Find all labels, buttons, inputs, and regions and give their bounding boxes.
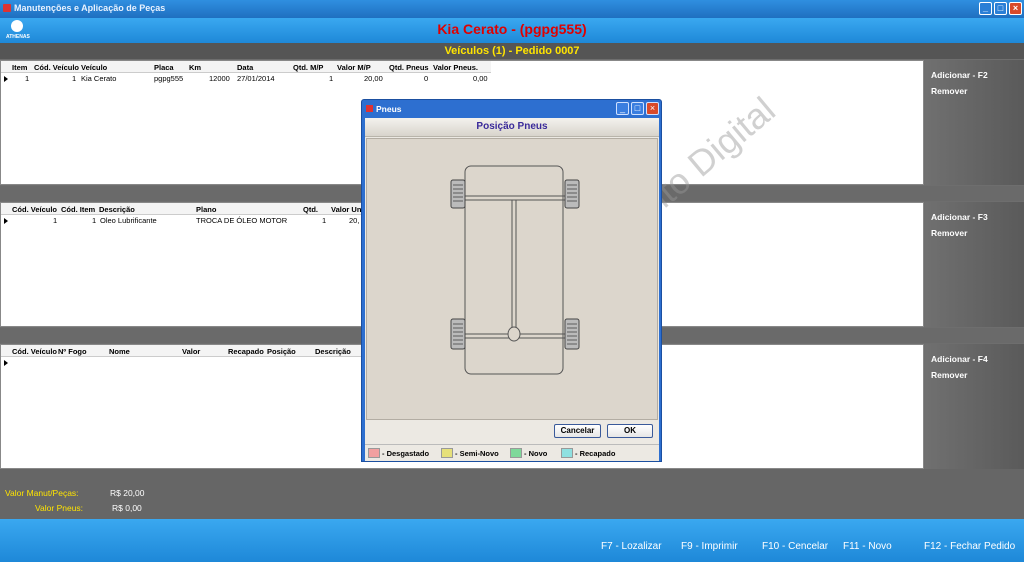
tire-rear-right-icon[interactable] (564, 318, 580, 350)
tire-status-legend: - Desgastado - Semi-Novo - Novo - Recapa… (365, 444, 659, 461)
maximize-icon[interactable]: □ (994, 2, 1007, 15)
car-chassis-diagram (450, 165, 580, 375)
tire-front-right-icon[interactable] (564, 179, 580, 209)
col-placa[interactable]: Placa (154, 63, 174, 72)
cancelar-shortcut[interactable]: F10 - Cencelar (762, 541, 828, 552)
remove-part-button[interactable]: Remover (931, 228, 967, 238)
vehicles-actions: Adicionar - F2 Remover (925, 60, 1024, 185)
legend-swatch (441, 448, 453, 458)
col-cod-item[interactable]: Cód. Item (61, 205, 95, 214)
dialog-minimize-icon[interactable]: _ (616, 102, 629, 115)
fechar-pedido-shortcut[interactable]: F12 - Fechar Pedido (924, 541, 1015, 552)
imprimir-shortcut[interactable]: F9 - Imprimir (681, 541, 738, 552)
col-cod-veiculo[interactable]: Cód. Veículo (12, 205, 57, 214)
add-tire-button[interactable]: Adicionar - F4 (931, 354, 988, 364)
dialog-app-icon (366, 105, 373, 112)
row-selector-icon (4, 360, 8, 366)
vehicle-title: Kia Cerato - (pgpg555) (437, 21, 587, 37)
manut-total-label: Valor Manut/Peças: (5, 488, 79, 498)
col-item[interactable]: Item (12, 63, 27, 72)
order-subheader: Veículos (1) - Pedido 0007 (0, 43, 1024, 59)
tire-position-area (366, 138, 658, 420)
col-valor-mp[interactable]: Valor M/P (337, 63, 371, 72)
pneus-dialog: Pneus _ □ × Posição Pneus Cancelar OK - … (361, 99, 662, 462)
app-icon (3, 4, 11, 12)
legend-swatch (368, 448, 380, 458)
col-descricao[interactable]: Descrição (315, 347, 351, 356)
add-part-button[interactable]: Adicionar - F3 (931, 212, 988, 222)
col-valor-un[interactable]: Valor Un (331, 205, 361, 214)
col-cod-veiculo[interactable]: Cód. Veículo (34, 63, 79, 72)
row-selector-icon (4, 218, 8, 224)
dialog-maximize-icon[interactable]: □ (631, 102, 644, 115)
tire-front-left-icon[interactable] (450, 179, 466, 209)
legend-swatch (561, 448, 573, 458)
cancel-button[interactable]: Cancelar (554, 424, 601, 438)
col-data[interactable]: Data (237, 63, 253, 72)
col-qtd[interactable]: Qtd. (303, 205, 318, 214)
tires-actions: Adicionar - F4 Remover (925, 344, 1024, 469)
row-selector-icon (4, 76, 8, 82)
manut-total-value: R$ 20,00 (110, 488, 145, 498)
col-veiculo[interactable]: Veículo (81, 63, 107, 72)
col-nome[interactable]: Nome (109, 347, 130, 356)
remove-tire-button[interactable]: Remover (931, 370, 967, 380)
header: ATHENAS Kia Cerato - (pgpg555) (0, 18, 1024, 43)
parts-actions: Adicionar - F3 Remover (925, 202, 1024, 327)
add-vehicle-button[interactable]: Adicionar - F2 (931, 70, 988, 80)
legend-swatch (510, 448, 522, 458)
col-recapado[interactable]: Recapado (228, 347, 264, 356)
col-qtd-pneus[interactable]: Qtd. Pneus (389, 63, 429, 72)
dialog-heading: Posição Pneus (365, 118, 659, 137)
col-valor[interactable]: Valor (182, 347, 200, 356)
novo-shortcut[interactable]: F11 - Novo (843, 541, 892, 552)
close-icon[interactable]: × (1009, 2, 1022, 15)
ok-button[interactable]: OK (607, 424, 653, 438)
col-cod-veiculo[interactable]: Cód. Veículo (12, 347, 57, 356)
dialog-close-icon[interactable]: × (646, 102, 659, 115)
remove-vehicle-button[interactable]: Remover (931, 86, 967, 96)
window-title-bar: Manutenções e Aplicação de Peças _ □ × (0, 0, 1024, 18)
col-descricao[interactable]: Descrição (99, 205, 135, 214)
minimize-icon[interactable]: _ (979, 2, 992, 15)
col-plano[interactable]: Plano (196, 205, 216, 214)
pneus-total-value: R$ 0,00 (112, 503, 142, 513)
dialog-title: Pneus (376, 104, 402, 114)
col-n-fogo[interactable]: Nº Fogo (58, 347, 87, 356)
col-valor-pneus[interactable]: Valor Pneus. (433, 63, 478, 72)
tire-rear-left-icon[interactable] (450, 318, 466, 350)
window-title: Manutenções e Aplicação de Peças (14, 3, 166, 13)
pneus-total-label: Valor Pneus: (35, 503, 84, 513)
shortcut-footer: F7 - Lozalizar F9 - Imprimir F10 - Cence… (0, 519, 1024, 562)
totals-bar: Valor Manut/Peças: R$ 20,00 Valor Pneus:… (0, 469, 1024, 519)
localizar-shortcut[interactable]: F7 - Lozalizar (601, 541, 662, 552)
col-km[interactable]: Km (189, 63, 201, 72)
col-posicao[interactable]: Posição (267, 347, 296, 356)
dialog-body: Posição Pneus Cancelar OK - Desgastado -… (365, 118, 659, 461)
col-qtd-mp[interactable]: Qtd. M/P (293, 63, 323, 72)
